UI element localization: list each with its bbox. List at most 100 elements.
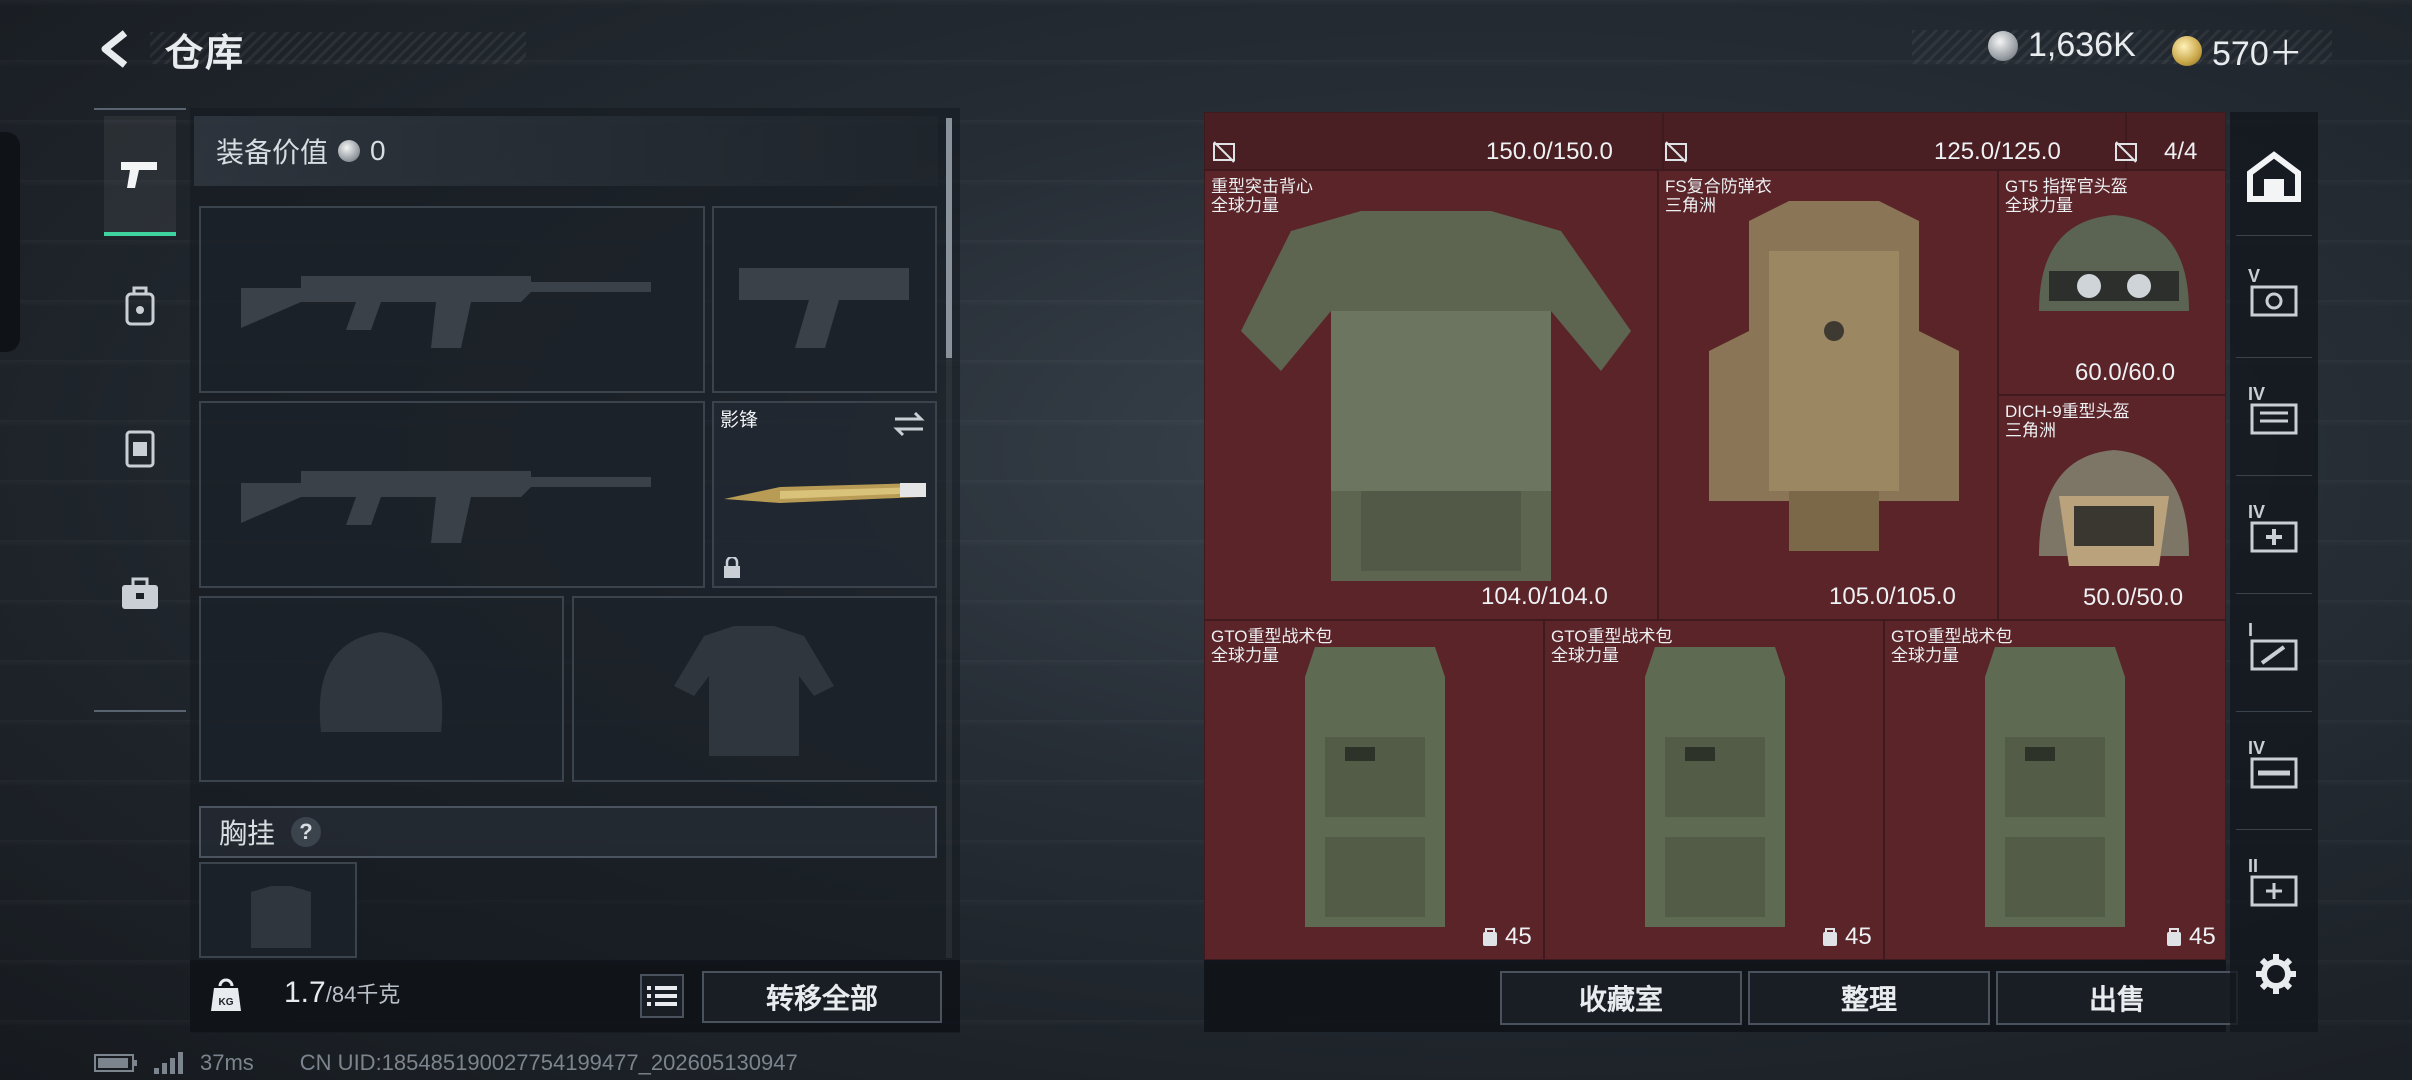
- back-arrow-icon: [101, 30, 128, 68]
- tool-crate-icon: [2250, 639, 2298, 670]
- side-handle[interactable]: [0, 132, 20, 352]
- capacity-value: 45: [1845, 923, 1872, 950]
- melee-slot-label: 影锋: [720, 410, 759, 431]
- stash-tab-5[interactable]: IV: [2236, 712, 2312, 830]
- page-title: 仓库: [165, 33, 246, 75]
- backpack-item-icon: [1985, 647, 2125, 927]
- melee-slot[interactable]: 影锋: [712, 401, 937, 588]
- help-icon[interactable]: ?: [291, 817, 322, 847]
- transfer-all-button[interactable]: 转移全部: [702, 971, 942, 1023]
- settings-button[interactable]: [2254, 952, 2298, 996]
- svg-text:KG: KG: [219, 997, 234, 1008]
- vest-item-icon: [1241, 211, 1631, 581]
- gear-icon: [2256, 954, 2296, 994]
- chest-rig-silhouette-icon: [251, 886, 311, 948]
- loadout-scroll-thumb[interactable]: [946, 118, 952, 358]
- no-insure-icon: [2115, 141, 2137, 163]
- no-insure-icon: [1213, 141, 1235, 163]
- stash-tab-6[interactable]: II: [2236, 830, 2312, 948]
- list-view-button[interactable]: [640, 974, 684, 1018]
- battery-icon: [94, 1054, 137, 1072]
- backpack-small-icon: [2167, 928, 2181, 946]
- page-indicator: 4/4: [2164, 138, 2198, 165]
- item-durability: 150.0/150.0: [1486, 138, 1613, 165]
- nav-backpack[interactable]: [104, 260, 176, 352]
- stash-item-gt5-helmet[interactable]: GT5 指挥官头盔 全球力量 60.0/60.0: [1998, 170, 2226, 395]
- primary-weapon-slot[interactable]: [199, 206, 705, 393]
- stash-item-gto-backpack[interactable]: GTO重型战术包 全球力量 45: [1204, 620, 1544, 960]
- rifle-silhouette-icon: [241, 276, 651, 348]
- weight-icon: KG: [206, 974, 246, 1016]
- backpack-item-icon: [1645, 647, 1785, 927]
- armor-silhouette-icon: [674, 626, 834, 756]
- list-icon: [647, 986, 677, 1006]
- chest-rig-header: 胸挂 ?: [199, 806, 937, 858]
- left-category-nav: [94, 108, 186, 712]
- backpack-small-icon: [1483, 928, 1497, 946]
- capacity-value: 45: [1505, 923, 1532, 950]
- armor-slot[interactable]: [572, 596, 937, 782]
- item-durability: 105.0/105.0: [1829, 583, 1956, 610]
- no-insure-icon: [1665, 141, 1687, 163]
- stash-tab-3[interactable]: IV: [2236, 476, 2312, 594]
- sort-button[interactable]: 整理: [1748, 971, 1990, 1025]
- user-uid: CN UID:18548519002775419947​7_2026051309…: [299, 1050, 798, 1075]
- item-name: DICH-9重型头盔: [2005, 402, 2130, 421]
- nav-toolbox[interactable]: [104, 548, 176, 640]
- item-durability: 104.0/104.0: [1481, 583, 1608, 610]
- sell-button[interactable]: 出售: [1996, 971, 2238, 1025]
- armor-item-icon: [1709, 201, 1959, 551]
- chest-rig-slot[interactable]: [199, 862, 357, 958]
- stash-tab-2[interactable]: IV: [2236, 358, 2312, 476]
- stash-item-heavy-assault-vest[interactable]: 重型突击背心 全球力量 104.0/104.0: [1204, 170, 1658, 620]
- stash-item-gto-backpack[interactable]: GTO重型战术包 全球力量 45: [1884, 620, 2226, 960]
- backpack-item-icon: [1305, 647, 1445, 927]
- tab-level: IV: [2248, 738, 2266, 758]
- nav-weapons[interactable]: [104, 116, 176, 236]
- secondary-weapon-slot[interactable]: [199, 401, 705, 588]
- stash-tab-1[interactable]: V: [2236, 240, 2312, 358]
- tab-level: IV: [2248, 384, 2266, 404]
- equip-value: 0: [370, 135, 386, 166]
- stash-item-dich9-helmet[interactable]: DICH-9重型头盔 三角洲 50.0/50.0: [1998, 395, 2226, 620]
- heavy-helmet-item-icon: [2039, 450, 2189, 566]
- item-name: GT5 指挥官头盔: [2005, 177, 2128, 196]
- item-source: 全球力量: [1211, 646, 1279, 665]
- weight-readout: 1.7/84千克: [284, 976, 400, 1010]
- chest-rig-label: 胸挂: [219, 818, 276, 849]
- equip-value-label: 装备价值: [216, 137, 329, 168]
- stash-item-fs-armor[interactable]: FS复合防弹衣 三角洲 105.0/105.0: [1658, 170, 1998, 620]
- item-durability: 50.0/50.0: [2083, 584, 2184, 611]
- stash-tab-home[interactable]: [2236, 118, 2312, 236]
- silver-coin-icon: [1988, 30, 2018, 61]
- pistol-silhouette-icon: [739, 268, 909, 348]
- nav-vest[interactable]: [104, 402, 176, 494]
- rifle-silhouette-icon: [241, 471, 651, 543]
- gold-amount: 570＋: [2212, 35, 2303, 73]
- knife-icon: [724, 483, 926, 503]
- stash-tab-4[interactable]: I: [2236, 594, 2312, 712]
- sidearm-slot[interactable]: [712, 206, 937, 393]
- gold-currency[interactable]: 570＋: [2172, 26, 2303, 75]
- silver-currency[interactable]: 1,636K: [1988, 26, 2136, 65]
- helmet-silhouette-icon: [319, 632, 443, 732]
- back-button[interactable]: [92, 26, 138, 72]
- item-source: 全球力量: [1551, 646, 1619, 665]
- ping: 37ms: [200, 1050, 254, 1075]
- item-durability: 60.0/60.0: [2075, 359, 2176, 386]
- signal-icon: [154, 1052, 183, 1074]
- helmet-item-icon: [2039, 215, 2189, 311]
- helmet-slot[interactable]: [199, 596, 564, 782]
- warehouse-icon: [2247, 150, 2301, 202]
- tab-level: V: [2248, 266, 2261, 286]
- equip-value-bar: 装备价值 0: [194, 116, 938, 186]
- tab-level: IV: [2248, 502, 2266, 522]
- backpack-icon: [125, 286, 155, 326]
- status-bar: 37ms CN UID:18548519002775419947​7_20260…: [94, 1050, 798, 1076]
- backpack-small-icon: [1823, 928, 1837, 946]
- swap-icon[interactable]: [893, 411, 925, 437]
- silver-amount: 1,636K: [2028, 26, 2136, 64]
- tab-level: I: [2248, 620, 2254, 640]
- collection-room-button[interactable]: 收藏室: [1500, 971, 1742, 1025]
- stash-item-gto-backpack[interactable]: GTO重型战术包 全球力量 45: [1544, 620, 1884, 960]
